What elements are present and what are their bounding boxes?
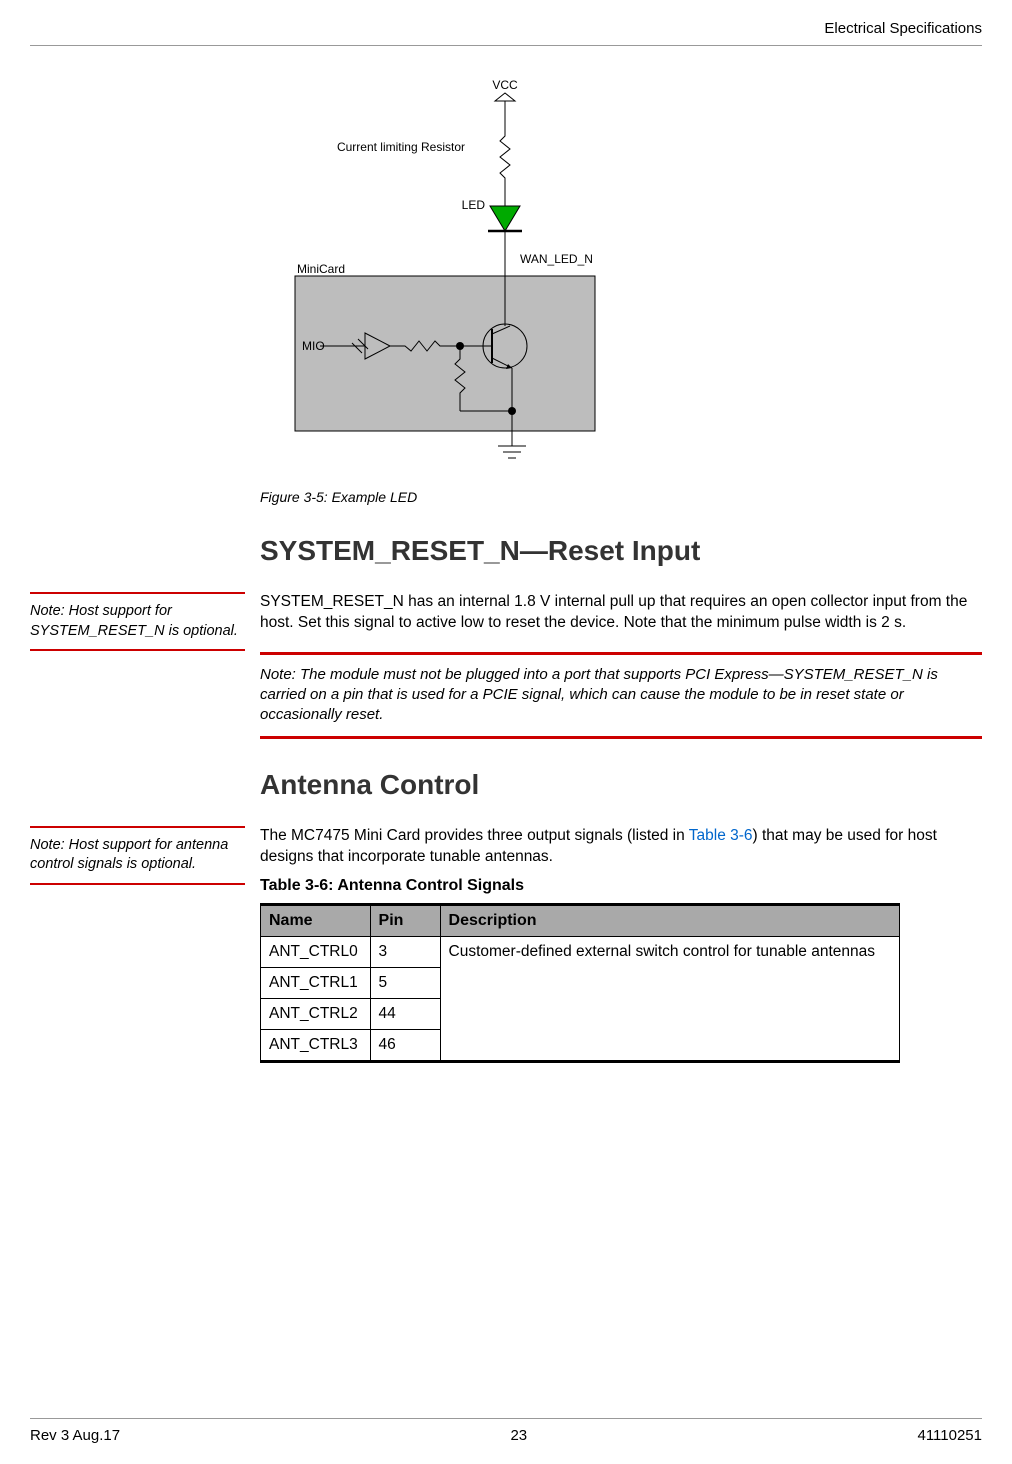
- label-led: LED: [462, 198, 486, 212]
- table-antenna-signals: Name Pin Description ANT_CTRL0 3 Custome…: [260, 903, 900, 1063]
- table-title: Table 3-6: Antenna Control Signals: [260, 877, 982, 895]
- para-text-pre: The MC7475 Mini Card provides three outp…: [260, 827, 689, 844]
- label-vcc: VCC: [492, 78, 518, 92]
- footer-docnum: 41110251: [917, 1427, 982, 1444]
- page-header: Electrical Specifications: [30, 20, 982, 46]
- th-desc: Description: [440, 905, 899, 937]
- footer-page: 23: [510, 1427, 527, 1444]
- page-footer: Rev 3 Aug.17 23 41110251: [30, 1418, 982, 1444]
- cell-pin: 46: [370, 1030, 440, 1062]
- para-antenna-control: The MC7475 Mini Card provides three outp…: [260, 826, 982, 868]
- side-note-antenna: Note: Host support for antenna control s…: [30, 826, 245, 885]
- cell-name: ANT_CTRL2: [261, 999, 371, 1030]
- cell-desc: Customer-defined external switch control…: [440, 937, 899, 1062]
- label-wan-led-n: WAN_LED_N: [520, 252, 593, 266]
- section-title: Electrical Specifications: [824, 20, 982, 37]
- figure-example-led: VCC Current limiting Resistor LED WAN_LE…: [260, 71, 982, 505]
- cell-pin: 5: [370, 968, 440, 999]
- cell-name: ANT_CTRL3: [261, 1030, 371, 1062]
- cell-pin: 3: [370, 937, 440, 968]
- side-note-system-reset: Note: Host support for SYSTEM_RESET_N is…: [30, 592, 245, 651]
- warning-pci-express: Note: The module must not be plugged int…: [260, 652, 982, 739]
- heading-antenna-control: Antenna Control: [260, 769, 982, 801]
- footer-rev: Rev 3 Aug.17: [30, 1427, 120, 1444]
- cell-pin: 44: [370, 999, 440, 1030]
- cell-name: ANT_CTRL1: [261, 968, 371, 999]
- heading-system-reset: SYSTEM_RESET_N—Reset Input: [260, 535, 982, 567]
- table-row: ANT_CTRL0 3 Customer-defined external sw…: [261, 937, 900, 968]
- figure-caption: Figure 3-5: Example LED: [260, 489, 982, 505]
- label-minicard: MiniCard: [297, 262, 345, 276]
- label-mio: MIO: [302, 339, 325, 353]
- led-circuit-svg: VCC Current limiting Resistor LED WAN_LE…: [260, 71, 660, 481]
- label-resistor: Current limiting Resistor: [337, 140, 465, 154]
- th-pin: Pin: [370, 905, 440, 937]
- th-name: Name: [261, 905, 371, 937]
- para-system-reset: SYSTEM_RESET_N has an internal 1.8 V int…: [260, 592, 982, 634]
- cell-name: ANT_CTRL0: [261, 937, 371, 968]
- link-table-3-6[interactable]: Table 3-6: [689, 827, 753, 844]
